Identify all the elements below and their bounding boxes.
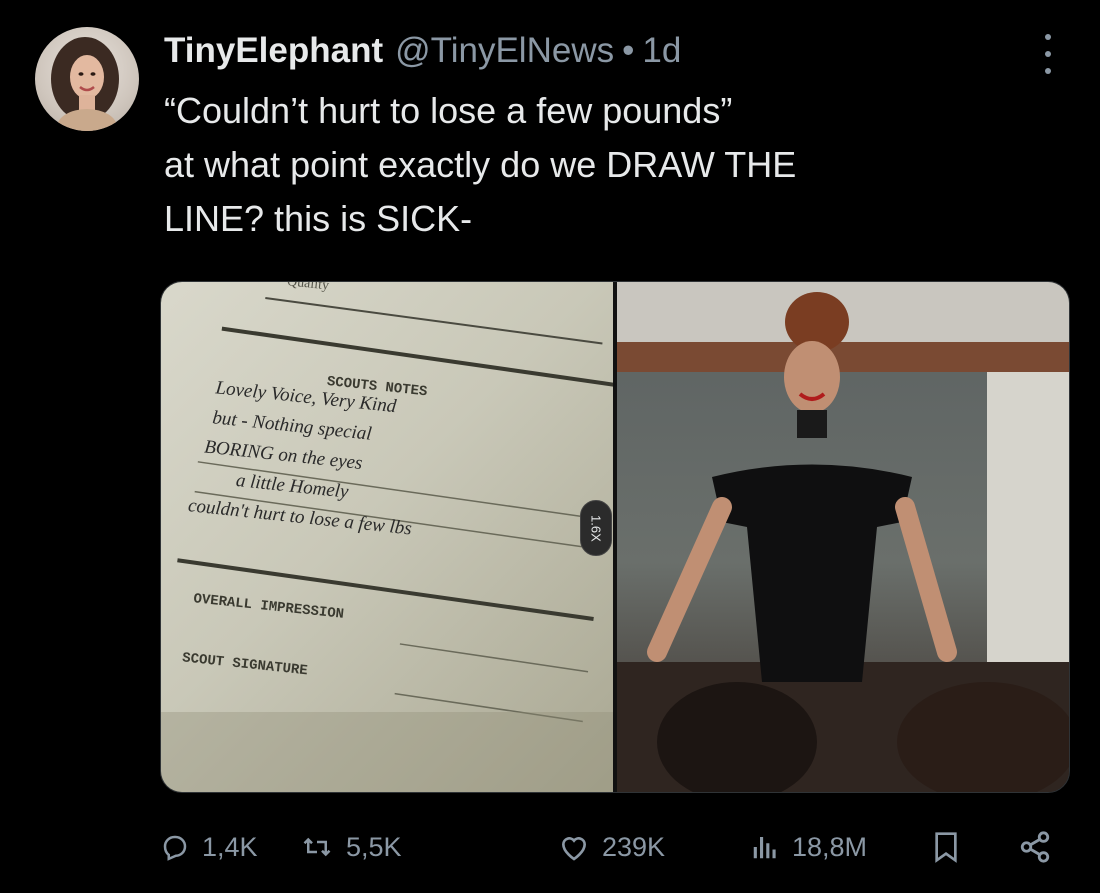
tweet-text-line: LINE? this is SICK-	[164, 198, 473, 239]
like-count: 239K	[602, 831, 666, 862]
bookmark-icon	[935, 832, 957, 863]
music-video-scene	[617, 282, 1069, 792]
handwriting-line: couldn't hurt to lose a few lbs	[187, 495, 413, 539]
media-image-scout-notes[interactable]: Quality SCOUTS NOTES Lovely Voice, Very …	[161, 282, 613, 792]
zoom-badge[interactable]: 1.6X	[580, 500, 612, 556]
action-bar: 1,4K 5,5K 239K 18,8M	[160, 822, 1068, 872]
reply-icon	[163, 835, 187, 861]
post-header: TinyElephant @TinyElNews • 1d	[164, 28, 1030, 74]
handwriting-line: a little Homely	[235, 470, 350, 503]
media-grid: Quality SCOUTS NOTES Lovely Voice, Very …	[160, 281, 1070, 793]
overall-impression-label: OVERALL IMPRESSION	[193, 591, 345, 623]
separator-dot: •	[622, 31, 635, 70]
tweet-text-line: at what point exactly do we DRAW THE	[164, 144, 797, 185]
author-name[interactable]: TinyElephant	[164, 28, 383, 74]
scout-notes-form: Quality SCOUTS NOTES Lovely Voice, Very …	[161, 282, 613, 792]
views-icon	[753, 837, 776, 859]
form-header-word: Quality	[286, 282, 329, 294]
reply-button[interactable]: 1,4K	[160, 832, 258, 863]
like-button[interactable]: 239K	[558, 832, 665, 863]
post-time[interactable]: 1d	[642, 28, 681, 74]
share-button[interactable]	[1018, 830, 1052, 864]
retweet-icon	[303, 837, 331, 857]
like-icon	[561, 837, 587, 861]
avatar-image	[51, 37, 119, 131]
more-icon[interactable]	[1036, 34, 1060, 74]
retweet-count: 5,5K	[346, 831, 402, 862]
media-image-music-video-still[interactable]	[617, 282, 1069, 792]
share-icon	[1020, 831, 1050, 863]
reply-count: 1,4K	[202, 831, 258, 862]
bookmark-button[interactable]	[932, 831, 960, 863]
tweet-text-line: “Couldn’t hurt to lose a few pounds”	[164, 90, 733, 131]
handwriting-line: BORING on the eyes	[203, 436, 363, 473]
scout-signature-label: SCOUT SIGNATURE	[181, 650, 308, 679]
views-button[interactable]: 18,8M	[750, 832, 867, 863]
author-handle[interactable]: @TinyElNews	[395, 28, 614, 74]
retweet-button[interactable]: 5,5K	[300, 832, 402, 863]
tweet-text: “Couldn’t hurt to lose a few pounds” at …	[164, 84, 1044, 246]
avatar[interactable]	[35, 27, 139, 131]
views-count: 18,8M	[792, 831, 868, 862]
